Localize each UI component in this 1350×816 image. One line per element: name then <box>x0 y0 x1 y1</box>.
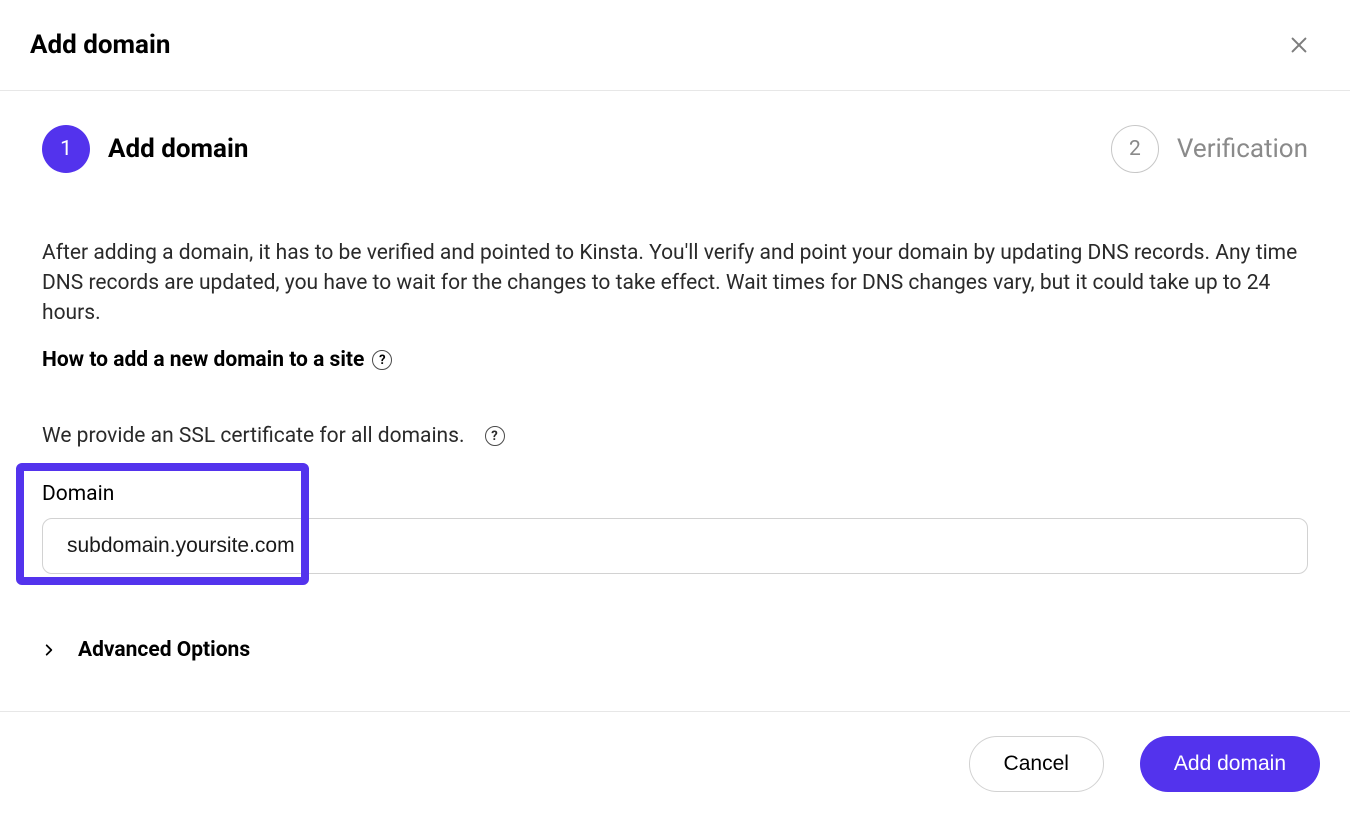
step-label-inactive: Verification <box>1177 134 1308 164</box>
advanced-options-toggle[interactable]: Advanced Options <box>42 638 1308 662</box>
step-label-active: Add domain <box>108 134 248 164</box>
step-verification: 2 Verification <box>1111 125 1308 173</box>
chevron-right-icon <box>42 643 56 657</box>
domain-label: Domain <box>42 482 1308 506</box>
intro-text: After adding a domain, it has to be veri… <box>42 239 1308 328</box>
help-link[interactable]: How to add a new domain to a site ? <box>42 348 392 372</box>
help-icon[interactable]: ? <box>485 426 505 446</box>
step-number-active: 1 <box>42 125 90 173</box>
close-icon <box>1288 41 1310 60</box>
modal-title: Add domain <box>30 30 170 60</box>
ssl-note-text: We provide an SSL certificate for all do… <box>42 424 465 448</box>
advanced-options-label: Advanced Options <box>78 638 250 662</box>
domain-input[interactable] <box>42 518 1308 574</box>
modal-footer: Cancel Add domain <box>0 711 1350 816</box>
cancel-button[interactable]: Cancel <box>969 736 1104 792</box>
modal-body: 1 Add domain 2 Verification After adding… <box>0 91 1350 662</box>
ssl-note-row: We provide an SSL certificate for all do… <box>42 424 1308 448</box>
domain-field: Domain <box>42 482 1308 574</box>
help-link-text: How to add a new domain to a site <box>42 348 364 372</box>
step-number-inactive: 2 <box>1111 125 1159 173</box>
step-add-domain: 1 Add domain <box>42 125 248 173</box>
stepper: 1 Add domain 2 Verification <box>42 125 1308 173</box>
close-button[interactable] <box>1284 30 1314 60</box>
help-icon: ? <box>372 350 392 370</box>
modal-header: Add domain <box>0 0 1350 91</box>
add-domain-button[interactable]: Add domain <box>1140 736 1320 792</box>
